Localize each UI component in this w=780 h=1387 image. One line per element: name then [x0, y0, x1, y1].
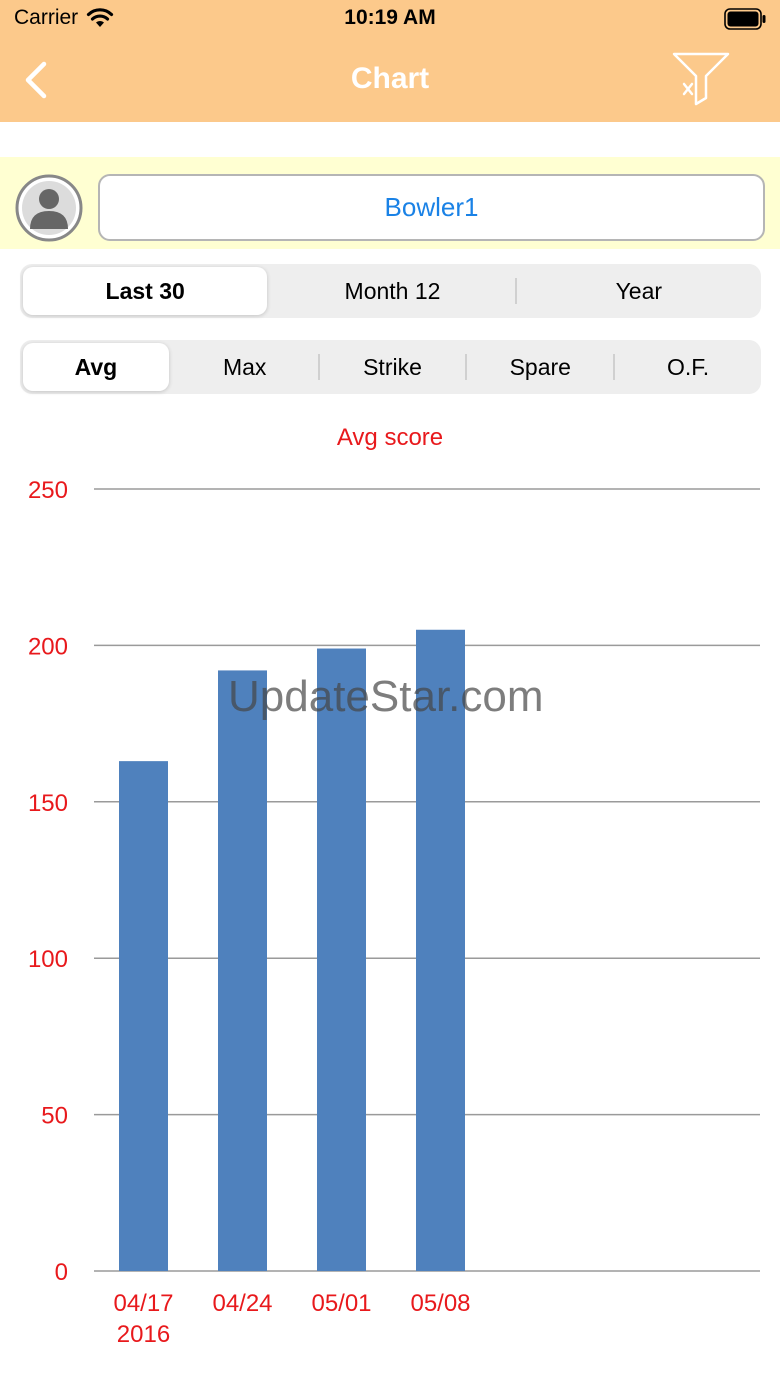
- range-segmented-control: Last 30 Month 12 Year: [20, 264, 761, 318]
- y-tick-label: 50: [41, 1103, 68, 1130]
- person-avatar-icon[interactable]: [15, 174, 83, 242]
- header: Carrier 10:19 AM Chart: [0, 0, 780, 122]
- tab-max[interactable]: Max: [172, 340, 318, 394]
- x-tick-label: 04/17: [113, 1290, 173, 1317]
- tab-year[interactable]: Year: [517, 264, 761, 318]
- filter-clear-icon[interactable]: [670, 48, 732, 108]
- watermark: UpdateStar.com: [228, 672, 544, 721]
- y-tick-label: 100: [28, 946, 68, 973]
- y-tick-label: 0: [55, 1259, 68, 1286]
- bar: [218, 670, 267, 1271]
- page-title: Chart: [350, 62, 430, 95]
- chart-canvas: 0 50 100 150 200 250 04/17 2016 04/24 05/01 05/08: [28, 477, 760, 1348]
- bar: [119, 761, 168, 1271]
- x-tick-label-year: 2016: [117, 1321, 170, 1348]
- tab-avg[interactable]: Avg: [23, 343, 169, 391]
- y-tick-label: 200: [28, 633, 68, 660]
- status-time: 10:19 AM: [344, 6, 436, 29]
- tab-last-30[interactable]: Last 30: [23, 267, 268, 315]
- tab-spare[interactable]: Spare: [467, 340, 613, 394]
- tab-strike[interactable]: Strike: [320, 340, 466, 394]
- x-tick-label: 05/08: [410, 1290, 470, 1317]
- tab-of[interactable]: O.F.: [615, 340, 761, 394]
- bar: [317, 648, 366, 1271]
- battery-icon: [724, 8, 766, 30]
- y-tick-label: 150: [28, 790, 68, 817]
- chart-title: Avg score: [336, 424, 444, 451]
- x-tick-label: 04/24: [212, 1290, 272, 1317]
- x-tick-label: 05/01: [311, 1290, 371, 1317]
- bowler-strip: Bowler1: [0, 157, 780, 249]
- bar: [416, 629, 465, 1271]
- tab-month-12[interactable]: Month 12: [270, 264, 514, 318]
- y-tick-label: 250: [28, 477, 68, 504]
- avg-score-chart: 0 50 100 150 200 250 04/17 2016 04/24 05/01 05/08 …: [0, 410, 780, 1370]
- metric-segmented-control: Avg Max Strike Spare O.F.: [20, 340, 761, 394]
- bowler-select-button[interactable]: Bowler1: [98, 174, 765, 241]
